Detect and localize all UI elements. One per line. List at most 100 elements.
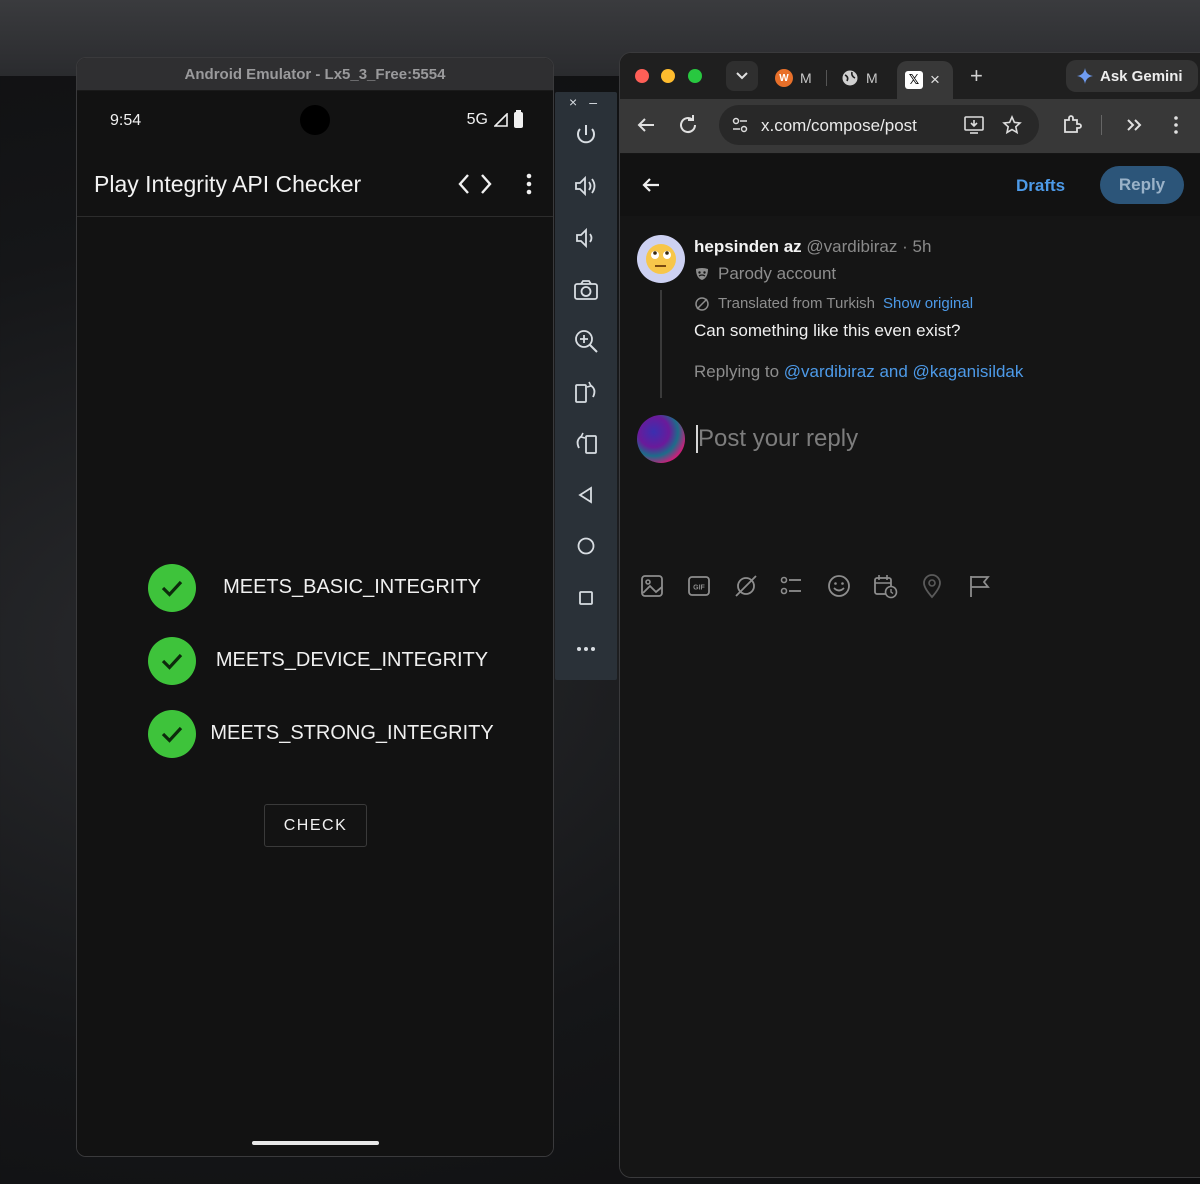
check-row-device: MEETS_DEVICE_INTEGRITY (77, 634, 553, 707)
back-icon[interactable] (571, 480, 601, 510)
parody-label: Parody account (694, 264, 836, 284)
extensions-icon[interactable] (1060, 113, 1084, 137)
camera-icon[interactable] (571, 275, 601, 305)
media-icon[interactable] (638, 572, 666, 600)
check-button[interactable]: CHECK (264, 804, 367, 847)
more-icon[interactable] (571, 634, 601, 664)
more-vert-icon[interactable] (517, 171, 541, 197)
app-bar: Play Integrity API Checker (77, 151, 553, 217)
browser-toolbar: x.com/compose/post (620, 99, 1200, 153)
home-icon[interactable] (571, 531, 601, 561)
toolbar-divider (1101, 115, 1102, 135)
emulator-toolbar: × – (555, 92, 617, 680)
zoom-in-icon[interactable] (571, 326, 601, 356)
address-bar[interactable]: x.com/compose/post (719, 105, 1039, 145)
new-tab-button[interactable]: + (970, 63, 983, 89)
grok-icon[interactable] (732, 572, 760, 600)
author-line: hepsinden az @vardibiraz · 5h (694, 237, 931, 257)
toolbar-window-controls: × – (555, 92, 617, 112)
translate-icon (695, 296, 709, 311)
integrity-checks: MEETS_BASIC_INTEGRITY MEETS_DEVICE_INTEG… (77, 561, 553, 780)
check-row-strong: MEETS_STRONG_INTEGRITY (77, 707, 553, 780)
check-label: MEETS_STRONG_INTEGRITY (210, 722, 494, 744)
avatar[interactable] (637, 235, 685, 283)
volume-up-icon[interactable] (571, 171, 601, 201)
emoji-icon[interactable] (825, 572, 853, 600)
author-name[interactable]: hepsinden az (694, 237, 802, 256)
browser-menu-icon[interactable] (1164, 113, 1188, 137)
emulator-title: Android Emulator - Lx5_3_Free:5554 (184, 65, 446, 83)
tab-active-x[interactable]: 𝕏 × (897, 61, 953, 99)
check-row-basic: MEETS_BASIC_INTEGRITY (77, 561, 553, 634)
close-tab-icon[interactable]: × (930, 70, 940, 90)
check-label: MEETS_BASIC_INTEGRITY (223, 576, 481, 598)
chevron-down-icon (736, 72, 748, 80)
status-time: 9:54 (110, 112, 142, 129)
reply-button[interactable]: Reply (1100, 166, 1184, 204)
power-icon[interactable] (571, 120, 601, 150)
status-bar: 9:54 5G (77, 91, 553, 151)
gemini-sparkle-icon (1077, 68, 1093, 84)
replying-to: Replying to @vardibiraz and @kaganisilda… (694, 362, 1023, 382)
back-arrow-icon[interactable] (640, 174, 662, 196)
ask-gemini-button[interactable]: Ask Gemini (1066, 60, 1198, 92)
svg-text:GIF: GIF (693, 585, 705, 592)
poll-icon[interactable] (778, 572, 806, 600)
translated-text: Translated from Turkish (718, 295, 875, 312)
globe-icon (842, 70, 858, 86)
translation-info: Translated from Turkish Show original (694, 295, 973, 312)
site-settings-icon[interactable] (731, 116, 749, 134)
parody-text: Parody account (718, 264, 837, 283)
tab-label: M (800, 70, 812, 86)
tab-separator (826, 70, 827, 86)
location-icon (923, 574, 941, 599)
tab-2[interactable]: M (841, 61, 878, 95)
replying-mentions[interactable]: @vardibiraz and @kaganisildak (784, 362, 1024, 381)
volume-down-icon[interactable] (571, 223, 601, 253)
emulator-title-bar[interactable]: Android Emulator - Lx5_3_Free:5554 (77, 58, 553, 91)
replying-prefix: Replying to (694, 362, 780, 381)
tweet-time: · 5h (902, 237, 932, 256)
overview-icon[interactable] (571, 583, 601, 613)
rotate-left-icon[interactable] (571, 378, 601, 408)
compose-toolbar: GIF (620, 572, 1200, 602)
tab-strip: W M M 𝕏 × + Ask Gemini (620, 53, 1200, 99)
home-indicator[interactable] (252, 1141, 379, 1145)
minimize-window-button[interactable] (661, 69, 675, 83)
camera-cutout (300, 105, 330, 135)
show-original-link[interactable]: Show original (883, 295, 973, 312)
tab-search-button[interactable] (726, 61, 758, 91)
reply-composer (620, 415, 1200, 475)
tab-1[interactable]: W M (775, 61, 812, 95)
browser-window: W M M 𝕏 × + Ask Gemini x.com/compose/pos… (619, 52, 1200, 1178)
back-arrow-icon[interactable] (634, 113, 658, 137)
battery-icon (514, 110, 523, 128)
drafts-link[interactable]: Drafts (1016, 176, 1065, 196)
rotate-right-icon[interactable] (571, 429, 601, 459)
reply-input[interactable] (698, 421, 1098, 457)
gif-icon[interactable]: GIF (685, 572, 713, 600)
w-favicon-icon: W (775, 69, 793, 87)
author-handle[interactable]: @vardibiraz (806, 237, 897, 256)
bookmark-star-icon[interactable] (1002, 115, 1022, 135)
reload-icon[interactable] (676, 113, 700, 137)
ask-gemini-label: Ask Gemini (1100, 67, 1183, 85)
close-window-button[interactable] (635, 69, 649, 83)
network-type: 5G (466, 111, 488, 128)
rolling-eyes-emoji-icon (646, 244, 676, 274)
tweet-text: Can something like this even exist? (694, 321, 961, 340)
chevron-double-right-icon[interactable] (1122, 113, 1146, 137)
compose-page: Drafts Reply hepsinden az @vardibiraz · … (620, 154, 1200, 1177)
toolbar-minimize-icon[interactable]: – (589, 94, 597, 110)
my-avatar[interactable] (637, 415, 685, 463)
schedule-icon[interactable] (871, 572, 899, 600)
app-title: Play Integrity API Checker (94, 171, 362, 197)
maximize-window-button[interactable] (688, 69, 702, 83)
install-app-icon[interactable] (963, 115, 985, 135)
phone-screen: 9:54 5G Play Integrity API Checker MEETS… (77, 91, 553, 1156)
flag-icon[interactable] (965, 572, 993, 600)
toolbar-close-icon[interactable]: × (569, 94, 577, 110)
android-emulator-window: Android Emulator - Lx5_3_Free:5554 9:54 … (76, 57, 554, 1157)
code-icon[interactable] (457, 171, 493, 197)
check-label: MEETS_DEVICE_INTEGRITY (215, 649, 489, 671)
